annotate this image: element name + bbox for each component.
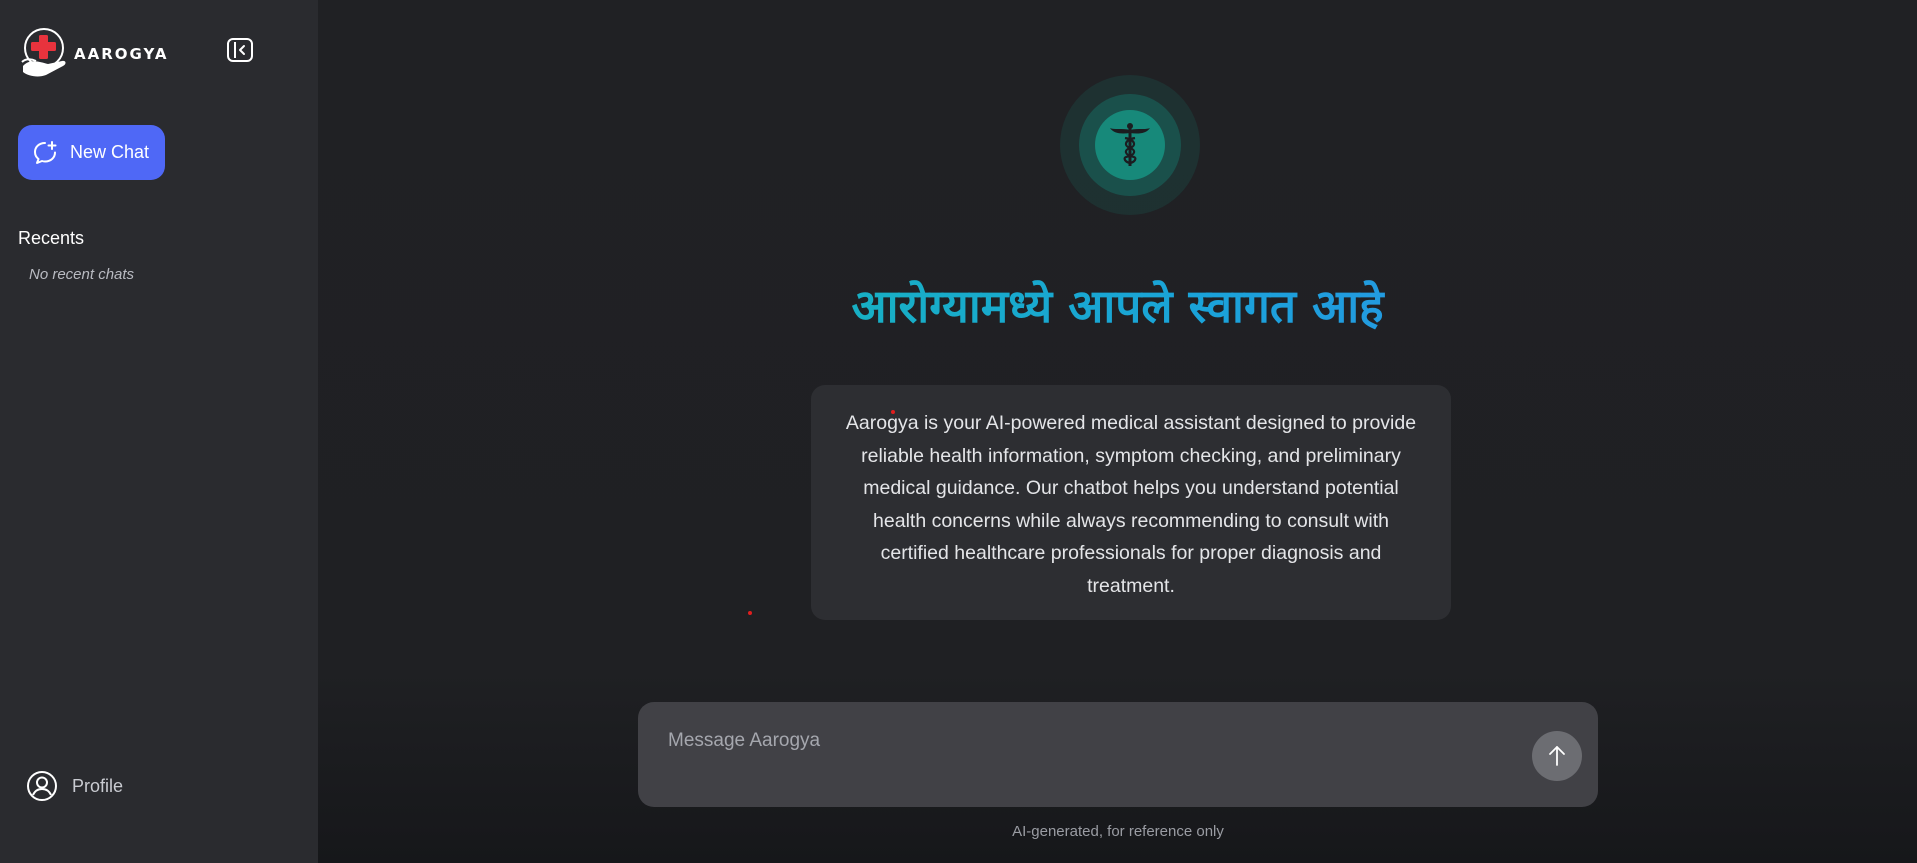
brand-logo[interactable]: AAROGYA bbox=[20, 28, 169, 80]
hand-heart-cross-logo-icon bbox=[20, 28, 70, 80]
chat-plus-icon bbox=[34, 140, 57, 164]
brand-name: AAROGYA bbox=[74, 45, 169, 63]
message-input[interactable] bbox=[668, 726, 1488, 756]
ai-disclaimer: AI-generated, for reference only bbox=[1012, 823, 1224, 840]
sidebar: AAROGYA New Chat Recents No recent chats bbox=[0, 0, 318, 863]
hero-emblem bbox=[1060, 75, 1200, 215]
description-card: Aarogya is your AI-powered medical assis… bbox=[811, 385, 1451, 620]
user-circle-icon bbox=[27, 771, 57, 801]
recents-heading: Recents bbox=[18, 228, 85, 248]
send-button[interactable] bbox=[1532, 731, 1582, 781]
app-root: AAROGYA New Chat Recents No recent chats bbox=[0, 0, 1917, 863]
cursor-marker-dot bbox=[748, 611, 752, 615]
new-chat-button[interactable]: New Chat bbox=[18, 125, 165, 180]
no-recent-chats-text: No recent chats bbox=[29, 266, 135, 283]
cursor-marker-dot bbox=[891, 410, 895, 414]
new-chat-label: New Chat bbox=[70, 142, 150, 162]
main-panel: आरोग्यामध्ये आपले स्वागत आहे Aarogya is … bbox=[318, 0, 1917, 863]
welcome-title: आरोग्यामध्ये आपले स्वागत आहे bbox=[318, 274, 1917, 336]
profile-label: Profile bbox=[72, 775, 124, 796]
message-composer bbox=[638, 702, 1598, 807]
caduceus-icon bbox=[1110, 123, 1150, 166]
sidebar-collapse-icon bbox=[227, 38, 253, 62]
description-text: Aarogya is your AI-powered medical assis… bbox=[845, 412, 1417, 597]
profile-button[interactable]: Profile bbox=[26, 770, 123, 802]
arrow-up-icon bbox=[1549, 746, 1565, 766]
sidebar-collapse-button[interactable] bbox=[226, 37, 254, 63]
